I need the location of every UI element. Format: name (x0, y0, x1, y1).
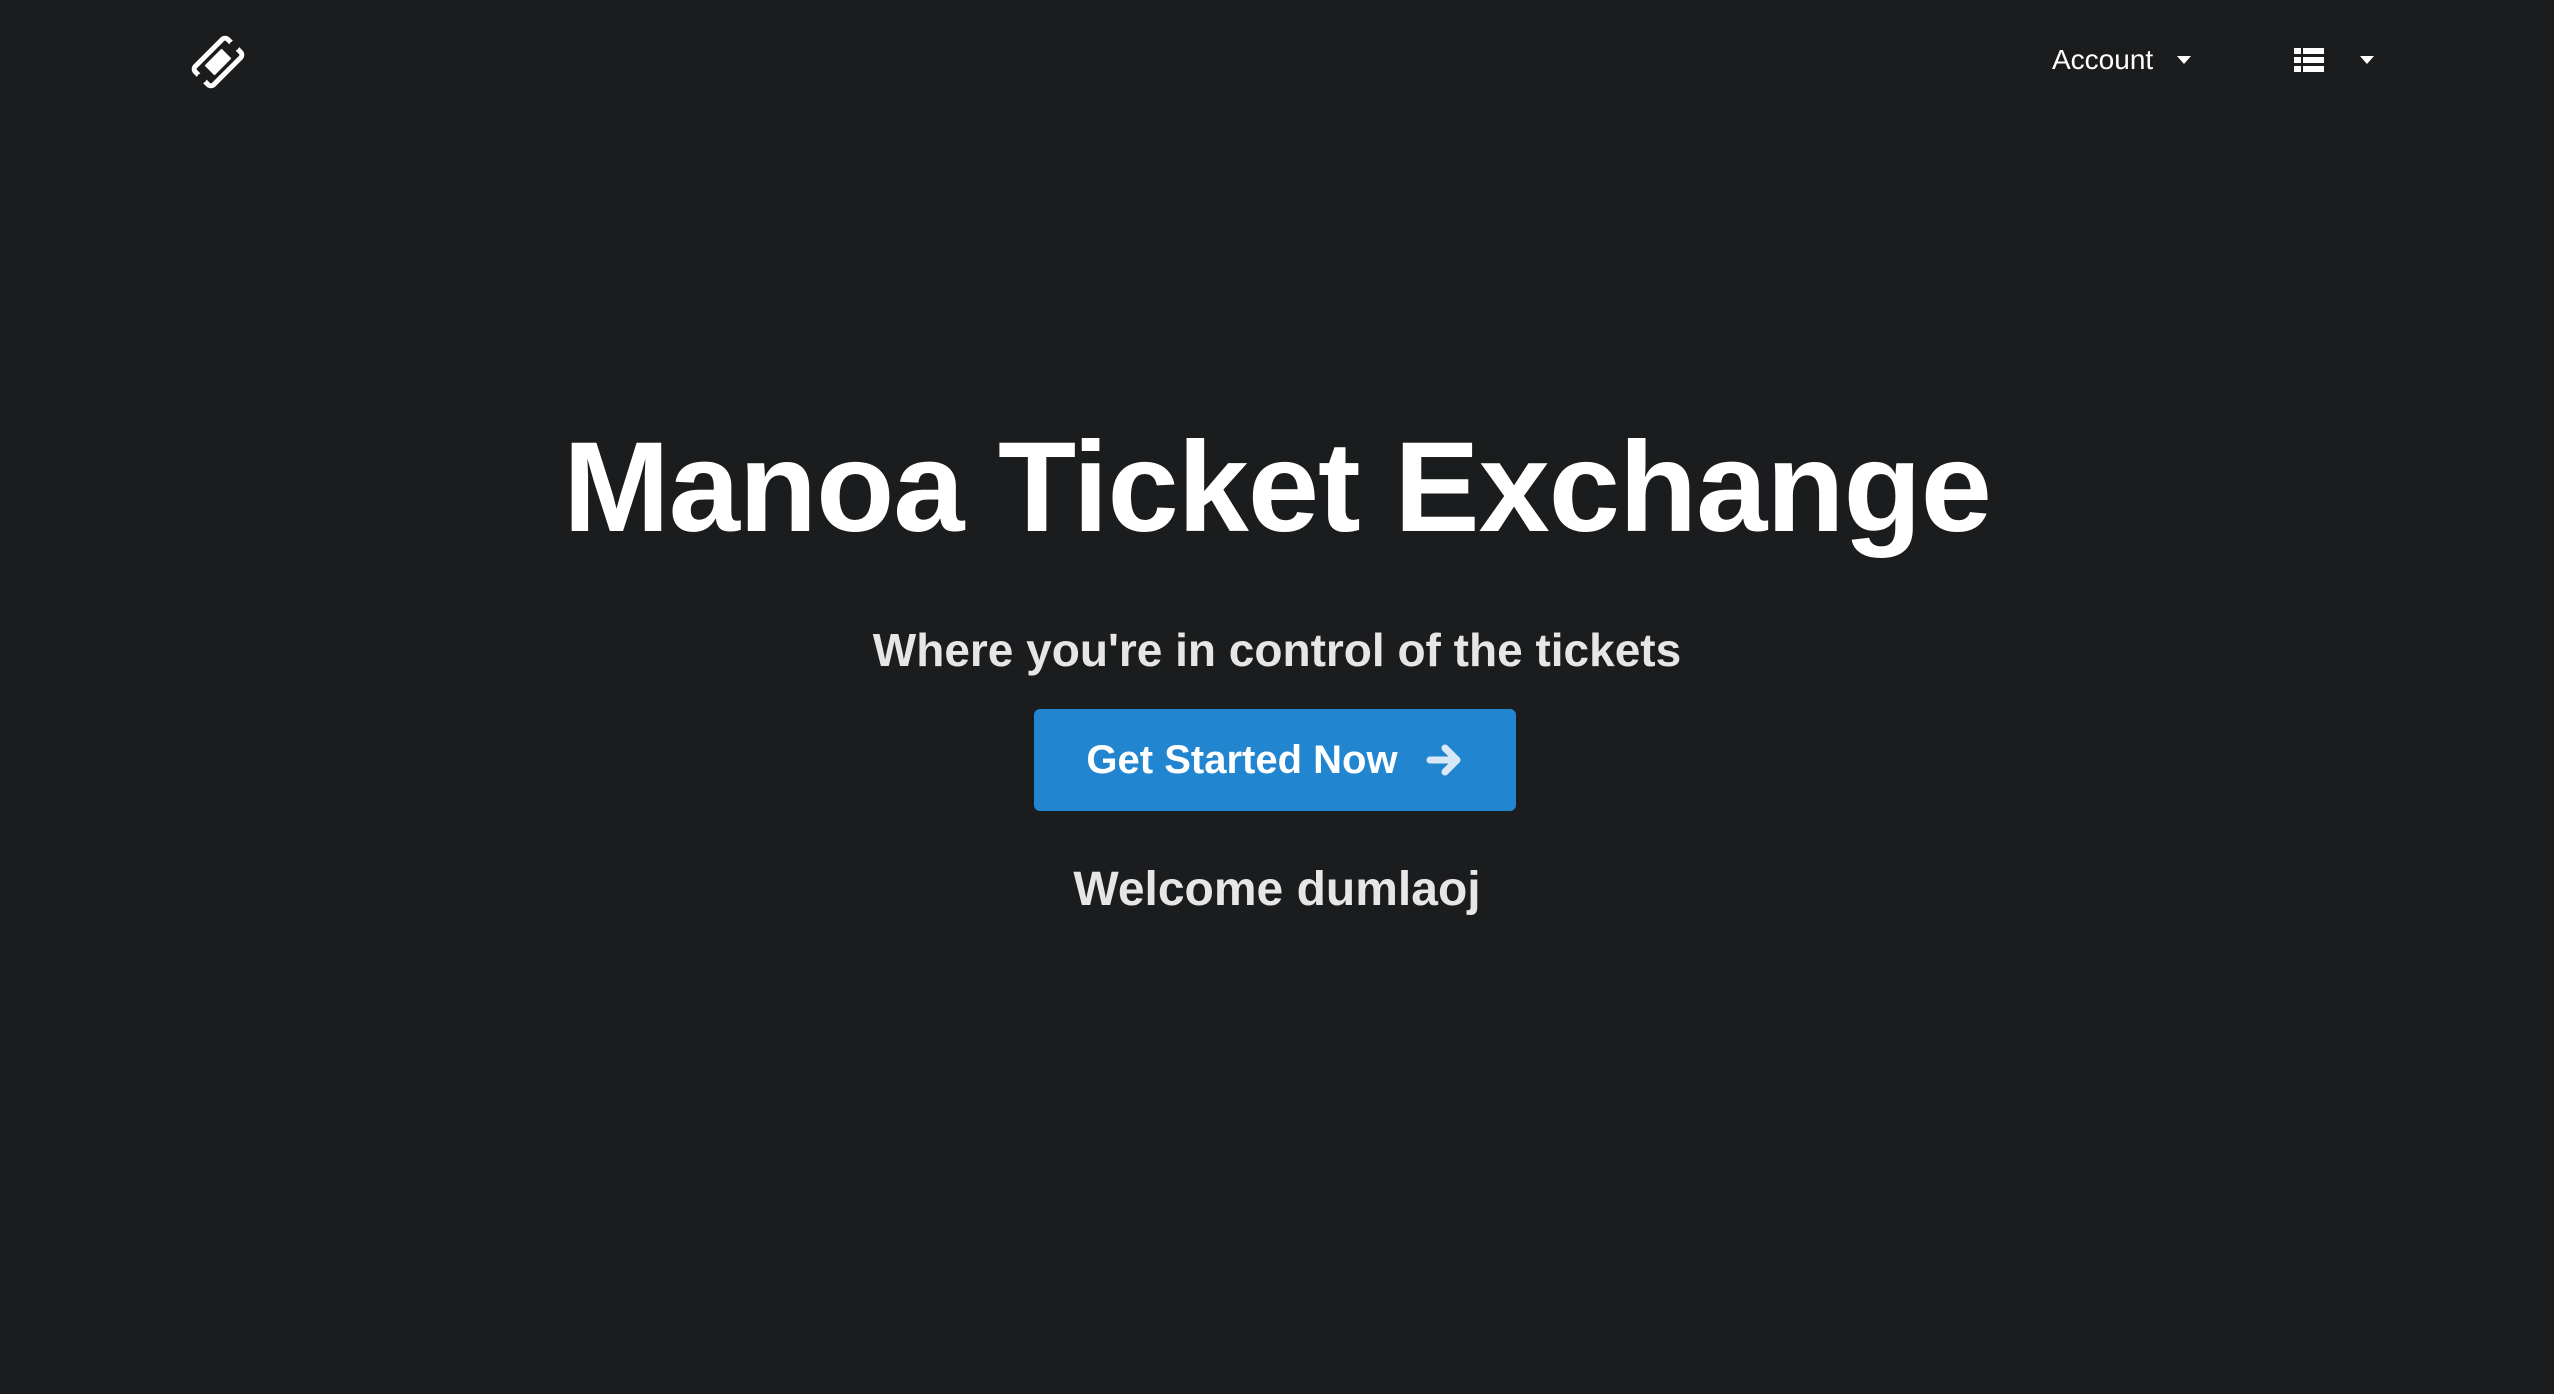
account-dropdown-label: Account (2052, 44, 2154, 75)
caret-down-icon (2177, 56, 2192, 64)
page-bottom-edge (0, 1394, 2554, 1400)
arrow-right-icon (1426, 742, 1464, 778)
get-started-label: Get Started Now (1086, 737, 1398, 782)
home-logo-link[interactable] (186, 34, 250, 94)
list-icon (2294, 48, 2324, 72)
page-subtitle: Where you're in control of the tickets (872, 624, 1682, 676)
page-title: Manoa Ticket Exchange (563, 416, 1992, 559)
welcome-username: dumlaoj (1296, 863, 1481, 916)
ticket-icon (189, 34, 247, 95)
list-dropdown[interactable] (2294, 32, 2394, 88)
account-dropdown[interactable]: Account (2052, 32, 2212, 88)
welcome-prefix: Welcome (1073, 863, 1284, 916)
landing-page: Account Manoa Ticket Exchange Where you'… (0, 0, 2554, 1394)
caret-down-icon (2360, 56, 2374, 64)
get-started-button[interactable]: Get Started Now (1034, 709, 1516, 811)
welcome-message: Welcome dumlaoj (0, 858, 2554, 922)
